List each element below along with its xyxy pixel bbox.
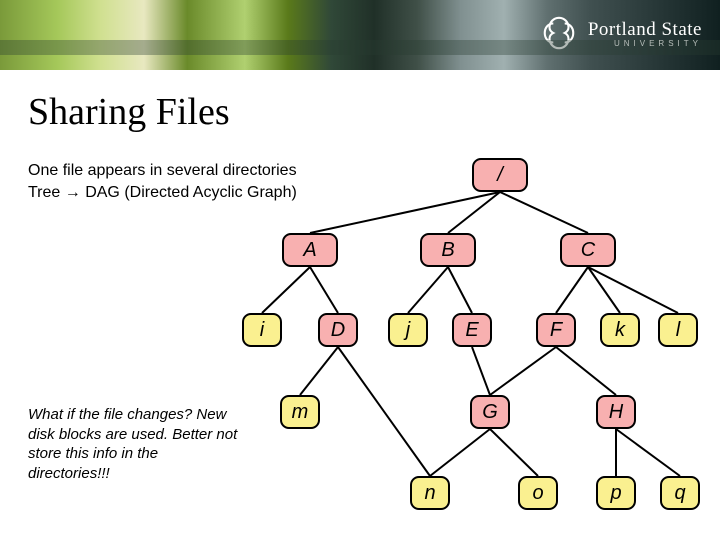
node-j: j — [388, 313, 428, 347]
node-m: m — [280, 395, 320, 429]
node-i: i — [242, 313, 282, 347]
node-H: H — [596, 395, 636, 429]
brand: Portland State UNIVERSITY — [540, 14, 702, 52]
node-C: C — [560, 233, 616, 267]
slide-title: Sharing Files — [28, 90, 230, 134]
node-p: p — [596, 476, 636, 510]
slide-description: One file appears in several directories … — [28, 160, 297, 203]
node-l: l — [658, 313, 698, 347]
header-banner: Portland State UNIVERSITY — [0, 0, 720, 70]
brand-subtitle: UNIVERSITY — [588, 39, 702, 48]
node-F: F — [536, 313, 576, 347]
node-n: n — [410, 476, 450, 510]
node-root: / — [472, 158, 528, 192]
node-o: o — [518, 476, 558, 510]
psu-logo-icon — [540, 14, 578, 52]
node-B: B — [420, 233, 476, 267]
node-q: q — [660, 476, 700, 510]
node-D: D — [318, 313, 358, 347]
node-k: k — [600, 313, 640, 347]
brand-name: Portland State — [588, 19, 702, 41]
node-A: A — [282, 233, 338, 267]
description-line-2: Tree → DAG (Directed Acyclic Graph) — [28, 182, 297, 204]
node-E: E — [452, 313, 492, 347]
description-line-1: One file appears in several directories — [28, 160, 297, 182]
slide-caption: What if the file changes? New disk block… — [28, 405, 238, 483]
node-G: G — [470, 395, 510, 429]
